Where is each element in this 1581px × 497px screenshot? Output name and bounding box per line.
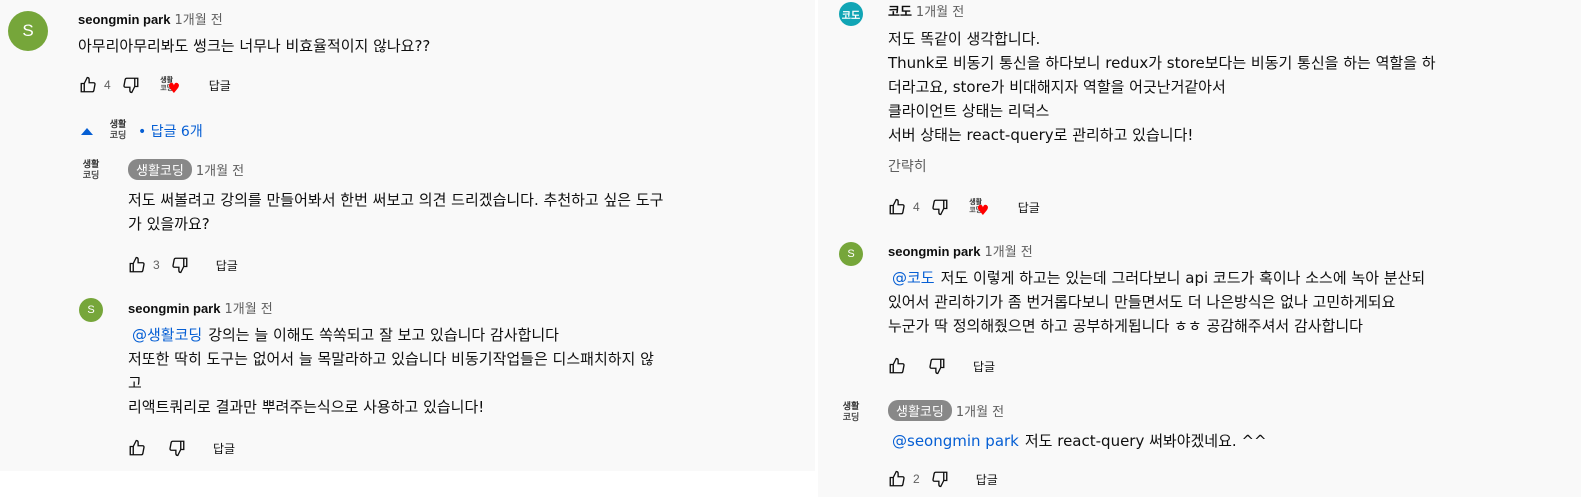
like-count: 2 xyxy=(913,472,920,486)
thumb-down-icon[interactable] xyxy=(168,253,192,277)
reply-button[interactable]: 답글 xyxy=(973,358,995,375)
left-comment-panel: S seongmin park 1개월 전 아무리아무리봐도 썽크는 너무나 비효… xyxy=(0,0,815,471)
thumb-up-icon[interactable] xyxy=(125,253,149,277)
comment-text-continued: 있어서 관리하기가 좀 번거롭다보니 만들면서도 더 나은방식은 없나 고민하게… xyxy=(888,293,1396,335)
comment-text: 아무리아무리봐도 썽크는 너무나 비효율적이지 않나요?? xyxy=(78,37,431,55)
right-comment-panel: 코도 코도 1개월 전 저도 똑같이 생각합니다. Thunk로 비동기 통신을 … xyxy=(818,0,1581,497)
reply-button[interactable]: 답글 xyxy=(209,77,231,94)
like-count: 4 xyxy=(104,78,111,92)
thumb-up-icon[interactable] xyxy=(76,73,100,97)
mention-link[interactable]: @seongmin park xyxy=(892,432,1019,450)
comment-actions: 답글 xyxy=(885,354,995,378)
avatar[interactable]: 코도 xyxy=(839,2,863,26)
thumb-up-icon[interactable] xyxy=(885,195,909,219)
like-count: 3 xyxy=(153,258,160,272)
comment-actions: 답글 xyxy=(125,436,235,460)
channel-logo: 생활 코딩 xyxy=(109,120,127,141)
avatar[interactable]: S xyxy=(8,11,48,51)
comment-header: seongmin park 1개월 전 xyxy=(888,241,1033,260)
mention-link[interactable]: @생활코딩 xyxy=(132,326,202,344)
heart-icon: ♥ xyxy=(976,203,990,219)
comment-text: @생활코딩 강의는 늘 이해도 쏙쏙되고 잘 보고 있습니다 감사합니다 xyxy=(132,326,559,344)
comment-header: 생활코딩 1개월 전 xyxy=(888,400,1004,421)
creator-heart: 생활 코딩 ♥ xyxy=(966,195,994,219)
comment-text: @코도 저도 이렇게 하고는 있는데 그러다보니 api 코드가 혹이나 소스에 … xyxy=(892,269,1426,287)
comment-header: 생활코딩 1개월 전 xyxy=(128,159,244,180)
reply-button[interactable]: 답글 xyxy=(216,257,238,274)
author-badge[interactable]: 생활코딩 xyxy=(888,400,952,421)
creator-heart: 생활 코딩 ♥ xyxy=(157,73,185,97)
thumb-up-icon[interactable] xyxy=(125,436,149,460)
comment-actions: 4 생활 코딩 ♥ 답글 xyxy=(885,195,1040,219)
comment-text: 저도 똑같이 생각합니다. Thunk로 비동기 통신을 하다보니 redux가… xyxy=(888,30,1436,144)
mention-link[interactable]: @코도 xyxy=(892,269,935,287)
author-name[interactable]: seongmin park xyxy=(78,12,170,27)
heart-icon: ♥ xyxy=(167,81,181,97)
comment-text: 저도 써볼려고 강의를 만들어봐서 한번 써보고 의견 드리겠습니다. 추천하고… xyxy=(128,191,664,233)
replies-toggle[interactable]: 생활 코딩 • 답글 6개 xyxy=(80,118,203,144)
comment-header: 코도 1개월 전 xyxy=(888,1,964,20)
author-name[interactable]: seongmin park xyxy=(128,301,220,316)
comment-time[interactable]: 1개월 전 xyxy=(196,164,244,179)
thumb-up-icon[interactable] xyxy=(885,467,909,491)
author-name[interactable]: 코도 xyxy=(888,4,912,19)
thumb-down-icon[interactable] xyxy=(119,73,143,97)
avatar[interactable]: 생활 코딩 xyxy=(839,400,863,426)
thumb-up-icon[interactable] xyxy=(885,354,909,378)
avatar[interactable]: 생활 코딩 xyxy=(79,158,103,184)
avatar[interactable]: S xyxy=(79,298,103,322)
comment-actions: 3 답글 xyxy=(125,253,238,277)
comment-text-continued: 저또한 딱히 도구는 없어서 늘 목말라하고 있습니다 비동기작업들은 디스패치… xyxy=(128,350,654,416)
thumb-down-icon[interactable] xyxy=(928,195,952,219)
reply-button[interactable]: 답글 xyxy=(213,440,235,457)
replies-count[interactable]: • 답글 6개 xyxy=(138,121,203,141)
like-count: 4 xyxy=(913,200,920,214)
comment-actions: 4 생활 코딩 ♥ 답글 xyxy=(76,73,231,97)
reply-button[interactable]: 답글 xyxy=(1018,199,1040,216)
comment-time[interactable]: 1개월 전 xyxy=(916,5,964,20)
author-badge[interactable]: 생활코딩 xyxy=(128,159,192,180)
comment-actions: 2 답글 xyxy=(885,467,998,491)
comment-text: @seongmin park 저도 react-query 써봐야겠네요. ^^ xyxy=(892,432,1267,450)
comment-header: seongmin park 1개월 전 xyxy=(128,298,273,317)
thumb-down-icon[interactable] xyxy=(165,436,189,460)
avatar[interactable]: S xyxy=(839,242,863,266)
thumb-down-icon[interactable] xyxy=(925,354,949,378)
comment-time[interactable]: 1개월 전 xyxy=(956,405,1004,420)
comment-header: seongmin park 1개월 전 xyxy=(78,9,223,28)
author-name[interactable]: seongmin park xyxy=(888,244,980,259)
comment-time[interactable]: 1개월 전 xyxy=(984,245,1032,260)
comment-time[interactable]: 1개월 전 xyxy=(224,302,272,317)
show-less-button[interactable]: 간략히 xyxy=(888,156,927,176)
caret-up-icon xyxy=(81,128,93,135)
thumb-down-icon[interactable] xyxy=(928,467,952,491)
comment-time[interactable]: 1개월 전 xyxy=(174,13,222,28)
reply-button[interactable]: 답글 xyxy=(976,471,998,488)
